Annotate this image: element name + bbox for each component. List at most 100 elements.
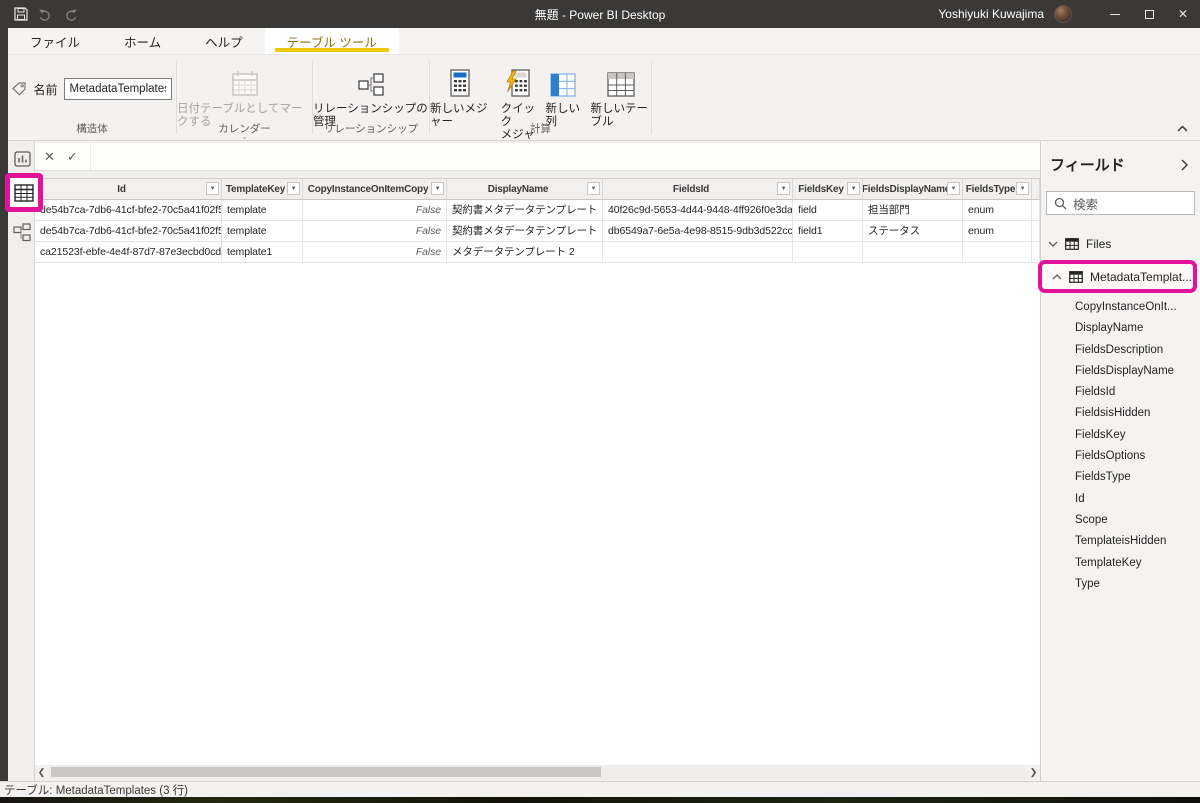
table-cell[interactable]: enum — [963, 200, 1032, 221]
new-measure-button[interactable]: 新しいメジャー — [430, 60, 491, 129]
table-cell[interactable]: template — [222, 221, 303, 242]
table-name-input[interactable] — [63, 78, 172, 100]
chevron-down-icon[interactable] — [1048, 241, 1058, 247]
ribbon-group-calendar: 日付テーブルとしてマークする ⌄ カレンダー — [177, 55, 312, 141]
field-item[interactable]: FieldsisHidden — [1041, 403, 1200, 424]
scroll-left-icon[interactable]: ❮ — [35, 765, 48, 779]
main-area: ✕ ✓ Id ▼ TemplateKey ▼ CopyInstanceOnItemCop… — [5, 141, 1200, 781]
scrollbar-thumb[interactable] — [51, 767, 601, 777]
field-item[interactable]: TemplateisHidden — [1041, 531, 1200, 552]
report-view-icon[interactable] — [13, 150, 31, 168]
maximize-button[interactable] — [1132, 0, 1166, 28]
table-cell[interactable]: db6549a7-6e5a-4e98-8515-9db3d522cc9d — [603, 221, 793, 242]
scrollbar-track[interactable] — [48, 765, 1027, 779]
table-cell[interactable]: False — [303, 242, 447, 263]
field-item[interactable]: FieldsId — [1041, 382, 1200, 403]
table-item-metadatatemplates[interactable]: MetadataTemplat... — [1042, 264, 1192, 289]
tab-file[interactable]: ファイル — [8, 28, 102, 54]
table-row[interactable]: de54b7ca-7db6-41cf-bfe2-70c5a41f02f5 temp… — [35, 200, 1040, 221]
column-header-label: TemplateKey — [225, 183, 286, 195]
table-cell[interactable]: enum — [963, 221, 1032, 242]
table-cell[interactable]: ca21523f-ebfe-4e4f-87d7-87e3ecbd0cdc — [35, 242, 222, 263]
column-header[interactable]: FieldsKey ▼ — [793, 179, 863, 200]
filter-dropdown-icon[interactable]: ▼ — [847, 182, 860, 195]
field-item[interactable]: Scope — [1041, 510, 1200, 531]
tab-table-tools[interactable]: テーブル ツール — [264, 28, 399, 54]
manage-relationships-button[interactable]: リレーションシップの管理 — [313, 60, 429, 129]
user-name[interactable]: Yoshiyuki Kuwajima — [938, 7, 1044, 21]
field-item[interactable]: FieldsKey — [1041, 425, 1200, 446]
active-tab-underline — [274, 48, 389, 52]
table-cell[interactable] — [963, 242, 1032, 263]
formula-cancel-icon[interactable]: ✕ — [44, 149, 55, 165]
table-cell-stub — [1032, 221, 1040, 242]
new-table-button[interactable]: 新しいテーブル — [590, 60, 651, 129]
table-cell[interactable]: field1 — [793, 221, 863, 242]
column-header[interactable]: FieldsId ▼ — [603, 179, 793, 200]
table-cell[interactable]: メタデータテンプレート 2 — [447, 242, 603, 263]
scroll-right-icon[interactable]: ❯ — [1027, 765, 1040, 779]
field-item[interactable]: FieldsDisplayName — [1041, 361, 1200, 382]
filter-dropdown-icon[interactable]: ▼ — [1016, 182, 1029, 195]
field-item[interactable]: DisplayName — [1041, 318, 1200, 339]
filter-dropdown-icon[interactable]: ▼ — [206, 182, 219, 195]
table-cell[interactable] — [793, 242, 863, 263]
table-cell[interactable]: 40f26c9d-5653-4d44-9448-4ff926f0e3da — [603, 200, 793, 221]
field-item[interactable]: CopyInstanceOnIt... — [1041, 297, 1200, 318]
table-cell[interactable]: ステータス — [863, 221, 963, 242]
filter-dropdown-icon[interactable]: ▼ — [947, 182, 960, 195]
table-cell[interactable]: template — [222, 200, 303, 221]
table-cell[interactable] — [603, 242, 793, 263]
tab-home[interactable]: ホーム — [102, 28, 183, 54]
save-icon[interactable] — [14, 7, 28, 21]
filter-dropdown-icon[interactable]: ▼ — [287, 182, 300, 195]
table-cell[interactable] — [863, 242, 963, 263]
table-row[interactable]: de54b7ca-7db6-41cf-bfe2-70c5a41f02f5 temp… — [35, 221, 1040, 242]
tab-help[interactable]: ヘルプ — [183, 28, 265, 54]
field-item[interactable]: FieldsType — [1041, 467, 1200, 488]
filter-dropdown-icon[interactable]: ▼ — [587, 182, 600, 195]
column-header[interactable]: FieldsDisplayName ▼ — [863, 179, 963, 200]
new-column-button[interactable]: 新しい列 — [546, 60, 581, 129]
table-cell[interactable]: 契約書メタデータテンプレート — [447, 200, 603, 221]
horizontal-scrollbar[interactable]: ❮ ❯ — [35, 765, 1040, 779]
field-item[interactable]: Id — [1041, 489, 1200, 510]
table-cell[interactable]: False — [303, 221, 447, 242]
column-header-label: DisplayName — [487, 183, 549, 195]
field-item[interactable]: FieldsOptions — [1041, 446, 1200, 467]
powerbi-window: 無題 - Power BI Desktop Yoshiyuki Kuwajima… — [0, 0, 1200, 803]
column-header[interactable]: DisplayName ▼ — [447, 179, 603, 200]
table-cell[interactable]: 担当部門 — [863, 200, 963, 221]
avatar[interactable] — [1054, 5, 1072, 23]
table-cell[interactable]: de54b7ca-7db6-41cf-bfe2-70c5a41f02f5 — [35, 200, 222, 221]
column-header[interactable]: FieldsType ▼ — [963, 179, 1032, 200]
field-item[interactable]: FieldsDescription — [1041, 340, 1200, 361]
minimize-button[interactable] — [1098, 0, 1132, 28]
formula-commit-icon[interactable]: ✓ — [67, 149, 78, 165]
annotation-box-metadata-table: MetadataTemplat... — [1038, 260, 1197, 293]
table-cell[interactable]: template1 — [222, 242, 303, 263]
field-item[interactable]: Type — [1041, 574, 1200, 595]
collapse-panel-icon[interactable] — [1181, 159, 1188, 171]
table-cell-stub — [1032, 242, 1040, 263]
field-search-box[interactable]: 検索 — [1046, 191, 1195, 215]
filter-dropdown-icon[interactable]: ▼ — [431, 182, 444, 195]
table-cell[interactable]: False — [303, 200, 447, 221]
ribbon: 名前 構造体 日付テーブルとしてマークする ⌄ カレンダー リレーショ — [8, 55, 1200, 154]
field-item[interactable]: TemplateKey — [1041, 553, 1200, 574]
chevron-up-icon[interactable] — [1052, 273, 1062, 280]
column-header[interactable]: CopyInstanceOnItemCopy ▼ — [303, 179, 447, 200]
column-header[interactable]: Id ▼ — [35, 179, 222, 200]
filter-dropdown-icon[interactable]: ▼ — [777, 182, 790, 195]
table-cell[interactable]: 契約書メタデータテンプレート — [447, 221, 603, 242]
data-view-icon[interactable] — [14, 183, 34, 202]
table-row[interactable]: ca21523f-ebfe-4e4f-87d7-87e3ecbd0cdc temp… — [35, 242, 1040, 263]
table-item-files[interactable]: Files — [1041, 232, 1200, 256]
model-view-icon[interactable] — [13, 223, 31, 242]
table-cell[interactable]: de54b7ca-7db6-41cf-bfe2-70c5a41f02f5 — [35, 221, 222, 242]
column-header[interactable]: TemplateKey ▼ — [222, 179, 303, 200]
table-cell[interactable]: field — [793, 200, 863, 221]
close-button[interactable]: ✕ — [1166, 0, 1200, 28]
collapse-ribbon-icon[interactable] — [1177, 125, 1188, 132]
formula-bar[interactable]: ✕ ✓ — [35, 143, 1040, 171]
